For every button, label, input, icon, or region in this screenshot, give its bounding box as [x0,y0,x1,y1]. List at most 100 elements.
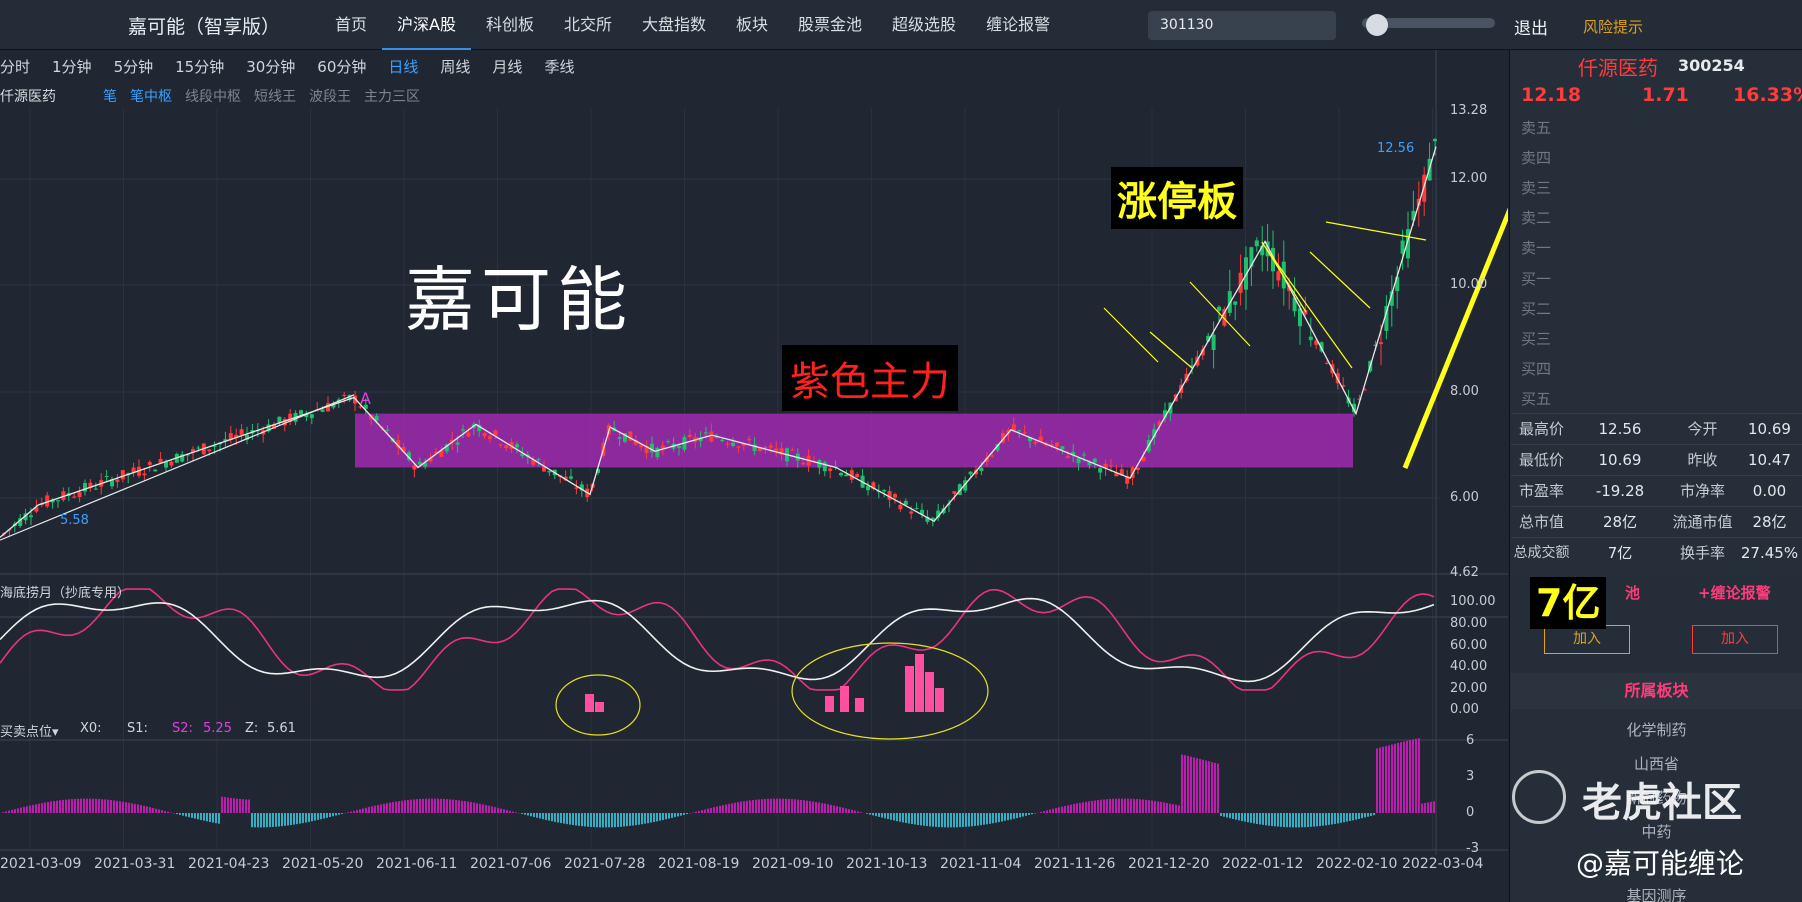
stats-row: 市盈率 -19.28 市净率 0.00 [1511,475,1802,506]
add-to-pool-link[interactable]: 池 [1625,582,1640,603]
candle-body [1233,301,1238,305]
s2-value: 5.25 [203,721,232,736]
add-alarm-button[interactable]: 加入 [1692,625,1778,654]
candle-body [536,459,541,461]
nav-home[interactable]: 首页 [320,0,382,50]
quote-change-pct: 16.33% [1733,84,1802,106]
candle-body [1325,362,1329,364]
bottom-signal-bar [905,666,914,712]
risk-notice-link[interactable]: 风险提示 [1583,16,1643,37]
stat-value: 7亿 [1607,544,1633,562]
candle-body [968,471,973,475]
nav-a-shares[interactable]: 沪深A股 [382,0,471,50]
nav-stock-pool[interactable]: 股票金池 [783,0,877,50]
candle-body [828,468,833,472]
annotation-arrow [1149,331,1193,369]
stat-key: 市盈率 [1518,482,1564,500]
candle-body [72,496,77,498]
stat-key: 总成交额 [1513,545,1570,561]
candle-body [574,487,579,489]
date-tick: 2022-03-04 [1402,856,1484,872]
candle-body [482,433,487,437]
candle-body [504,445,509,449]
nav-bse[interactable]: 北交所 [549,0,627,50]
y-tick-6: 6.00 [1450,490,1479,505]
candle-body [790,449,795,451]
s1-label: S1: [127,721,148,736]
sector-item[interactable]: 基因测序 [1511,885,1802,902]
stats-row: 总成交额 7亿 换手率 27.45% [1511,537,1802,568]
nav-chan-alarm[interactable]: 缠论报警 [971,0,1065,50]
candle-body [299,410,303,415]
nav-star-market[interactable]: 科创板 [471,0,549,50]
date-tick: 2021-12-20 [1128,856,1210,872]
x0-label: X0: [80,721,102,736]
oscillator-label: 海底捞月（抄底专用） [0,586,131,601]
book-buy-1: 买一 [1521,270,1552,288]
purple-force-zone [355,413,1353,468]
bottom-signal-bar [585,694,594,712]
candle-body [417,461,422,465]
bottom-signal-bar [825,696,834,712]
trend-line [0,394,355,541]
candle-body [898,504,903,510]
kline-chart[interactable] [0,50,1508,902]
stats-row: 最高价 12.56 今开 10.69 [1511,413,1802,444]
book-sell-5: 卖五 [1521,119,1552,137]
top-navigation-bar: 嘉可能（智享版） 首页 沪深A股 科创板 北交所 大盘指数 板块 股票金池 超级… [0,0,1802,50]
candle-body [763,446,768,448]
stat-value: 0.00 [1752,482,1787,500]
candle-body [120,470,125,480]
candle-body [768,445,773,448]
osc-tick-0: 0.00 [1450,702,1479,717]
candle-body [914,508,919,510]
candle-body [455,442,460,445]
candle-body [801,462,806,465]
candle-body [677,446,681,448]
candle-body [1379,342,1383,345]
bottom-signal-bar [855,698,864,712]
nav-sectors[interactable]: 板块 [721,0,783,50]
candle-body [207,449,212,452]
candle-body [839,472,843,476]
date-tick: 2021-10-13 [846,856,928,872]
osc-tick-100: 100.00 [1450,594,1496,609]
date-tick: 2022-02-10 [1316,856,1398,872]
macd-histogram [2,738,1435,828]
nav-index[interactable]: 大盘指数 [627,0,721,50]
candle-body [747,438,752,441]
osc-tick-20: 20.00 [1450,681,1488,696]
book-buy-4: 买四 [1521,360,1552,378]
annotation-arrow [1103,307,1159,363]
quote-change: 1.71 [1642,84,1689,106]
osc-tick-60: 60.00 [1450,638,1488,653]
candle-body [882,489,887,492]
candle-body [979,467,984,472]
nav-stock-picker[interactable]: 超级选股 [877,0,971,50]
candle-body [1308,336,1313,341]
candle-body [952,491,957,494]
book-sell-3: 卖三 [1521,179,1552,197]
stat-value: 10.69 [1748,420,1791,438]
chan-alarm-link[interactable]: +缠论报警 [1698,582,1771,603]
peak-tag: A [360,389,371,408]
candle-body [56,500,60,502]
candle-body [1082,454,1086,456]
tiger-logo-icon [1512,770,1566,824]
macd-selector[interactable]: 买卖点位▾ [0,721,59,740]
candle-body [1136,467,1140,470]
date-tick: 2021-05-20 [282,856,364,872]
candle-body [239,429,244,436]
turnover-callout: 7亿 [1530,577,1607,629]
stock-search-input[interactable]: 301130 [1148,11,1336,40]
candle-body [1017,430,1022,432]
sector-item[interactable]: 化学制药 [1511,719,1802,740]
logout-link[interactable]: 退出 [1514,14,1548,39]
candle-body [1065,456,1070,458]
candle-body [704,432,708,434]
theme-slider-knob[interactable] [1366,14,1388,36]
candle-body [655,447,660,458]
author-watermark: @嘉可能缠论 [1576,847,1745,880]
add-pool-button[interactable]: 加入 [1544,625,1630,654]
annotation-arrow [1309,251,1371,309]
